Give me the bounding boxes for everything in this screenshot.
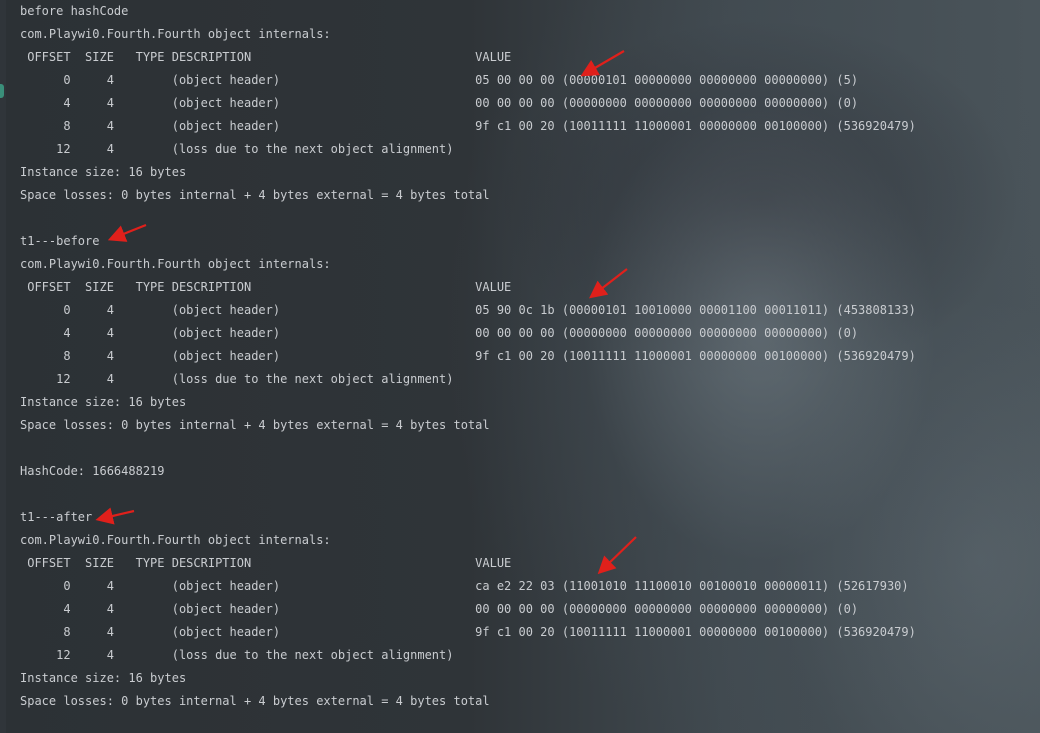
console-line: com.Playwi0.Fourth.Fourth object interna… xyxy=(20,533,331,547)
console-line: 12 4 (loss due to the next object alignm… xyxy=(20,142,454,156)
console-line: 0 4 (object header) ca e2 22 03 (1100101… xyxy=(20,579,909,593)
console-gutter xyxy=(0,0,6,733)
console-line: com.Playwi0.Fourth.Fourth object interna… xyxy=(20,257,331,271)
console-text[interactable]: before hashCode com.Playwi0.Fourth.Fourth… xyxy=(20,0,916,713)
console-line: Instance size: 16 bytes xyxy=(20,165,187,179)
console-line: 12 4 (loss due to the next object alignm… xyxy=(20,372,454,386)
console-line: t1---before xyxy=(20,234,100,248)
console-line: 4 4 (object header) 00 00 00 00 (0000000… xyxy=(20,602,859,616)
gutter-marker-icon xyxy=(0,84,4,98)
console-line: com.Playwi0.Fourth.Fourth object interna… xyxy=(20,27,331,41)
console-line: 12 4 (loss due to the next object alignm… xyxy=(20,648,454,662)
console-line: 0 4 (object header) 05 00 00 00 (0000010… xyxy=(20,73,859,87)
console-line: Instance size: 16 bytes xyxy=(20,395,187,409)
console-line: 4 4 (object header) 00 00 00 00 (0000000… xyxy=(20,96,859,110)
console-line: t1---after xyxy=(20,510,93,524)
console-line: 8 4 (object header) 9f c1 00 20 (1001111… xyxy=(20,349,916,363)
console-line: 4 4 (object header) 00 00 00 00 (0000000… xyxy=(20,326,859,340)
console-line: OFFSET SIZE TYPE DESCRIPTION VALUE xyxy=(20,50,512,64)
console-line: 0 4 (object header) 05 90 0c 1b (0000010… xyxy=(20,303,916,317)
console-output-panel: before hashCode com.Playwi0.Fourth.Fourth… xyxy=(0,0,1040,733)
console-line: Instance size: 16 bytes xyxy=(20,671,187,685)
console-line: before hashCode xyxy=(20,4,129,18)
console-line: Space losses: 0 bytes internal + 4 bytes… xyxy=(20,694,490,708)
console-line: Space losses: 0 bytes internal + 4 bytes… xyxy=(20,188,490,202)
console-line: HashCode: 1666488219 xyxy=(20,464,165,478)
console-line: OFFSET SIZE TYPE DESCRIPTION VALUE xyxy=(20,280,512,294)
console-line: OFFSET SIZE TYPE DESCRIPTION VALUE xyxy=(20,556,512,570)
console-line: 8 4 (object header) 9f c1 00 20 (1001111… xyxy=(20,625,916,639)
console-line: Space losses: 0 bytes internal + 4 bytes… xyxy=(20,418,490,432)
console-line: 8 4 (object header) 9f c1 00 20 (1001111… xyxy=(20,119,916,133)
